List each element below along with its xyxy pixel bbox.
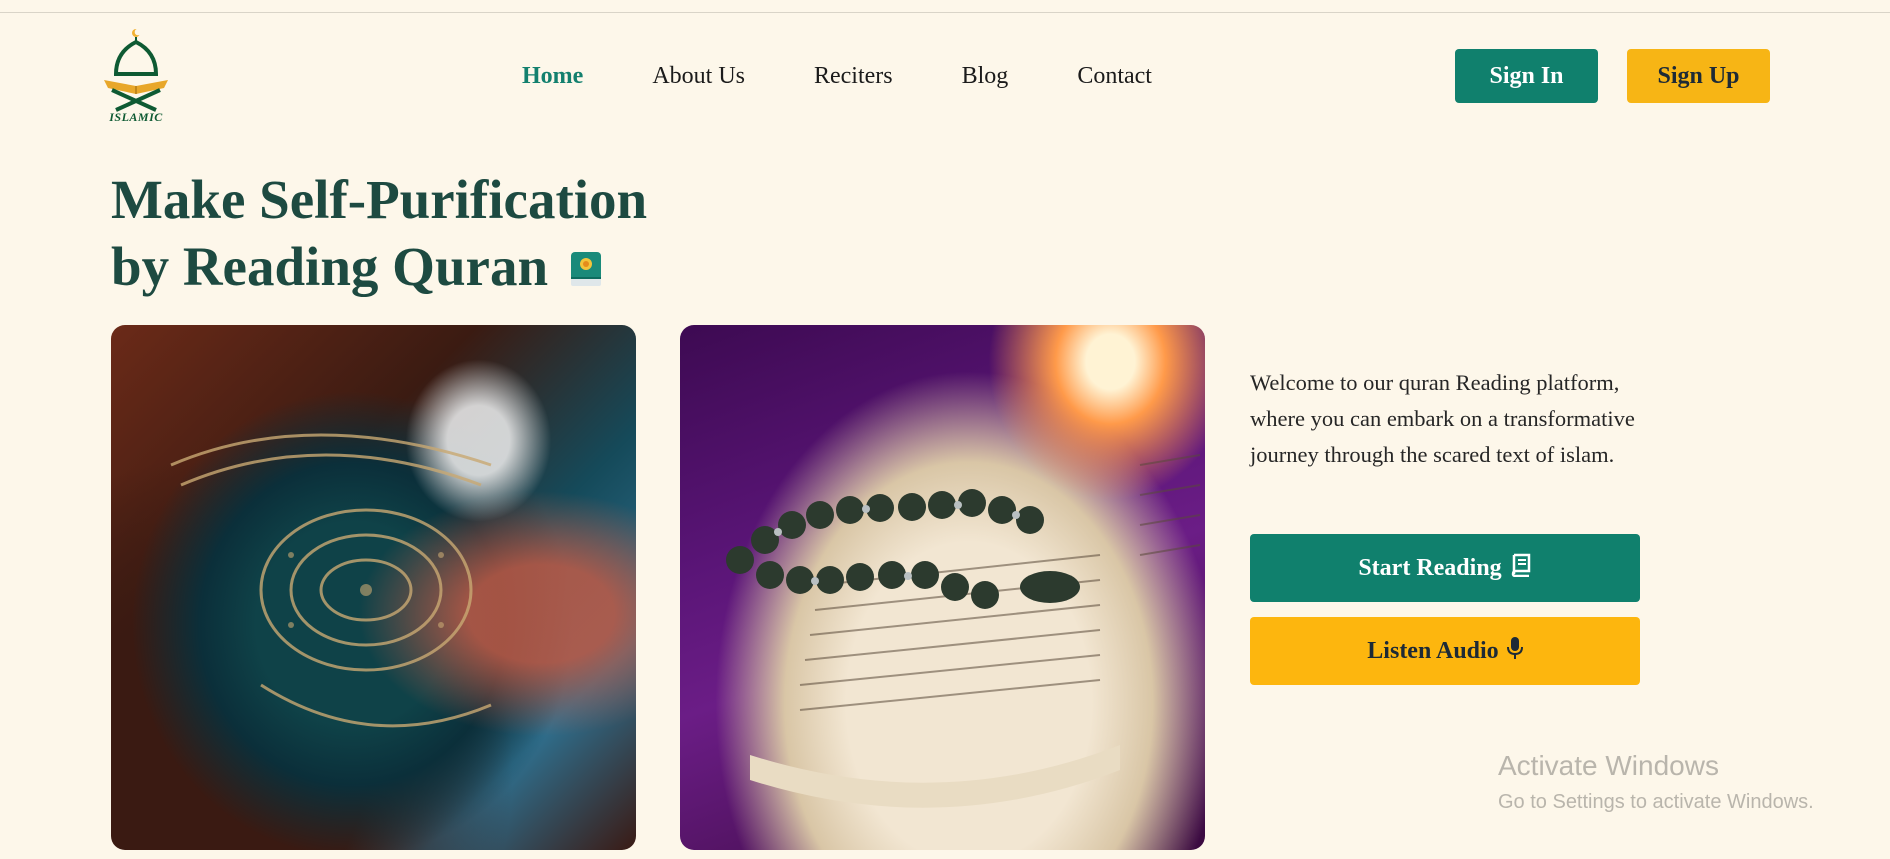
hero-title-line2: by Reading Quran xyxy=(111,236,549,297)
hero-title: Make Self-Purification by Reading Quran xyxy=(111,166,647,306)
activate-windows-title: Activate Windows xyxy=(1498,750,1719,781)
listen-audio-label: Listen Audio xyxy=(1367,637,1499,664)
open-quran-with-prayer-beads-photo xyxy=(680,325,1205,850)
nav-contact[interactable]: Contact xyxy=(1077,60,1152,92)
listen-audio-button[interactable]: Listen Audio xyxy=(1250,617,1640,685)
hero-title-line1: Make Self-Purification xyxy=(111,169,648,230)
intro-text: Welcome to our quran Reading platform, w… xyxy=(1250,370,1635,467)
top-border xyxy=(0,12,1890,13)
start-reading-label: Start Reading xyxy=(1358,554,1502,581)
nav-reciters[interactable]: Reciters xyxy=(814,60,893,92)
main-navigation: Home About Us Reciters Blog Contact xyxy=(522,60,1221,92)
quran-cover-photo xyxy=(111,325,636,850)
site-logo[interactable]: ISLAMIC xyxy=(98,26,174,126)
sign-in-button[interactable]: Sign In xyxy=(1455,49,1598,103)
nav-about-us[interactable]: About Us xyxy=(652,60,745,92)
logo-text: ISLAMIC xyxy=(109,110,163,124)
book-emoji-icon xyxy=(570,235,602,302)
sign-up-button[interactable]: Sign Up xyxy=(1627,49,1770,103)
book-icon xyxy=(1510,553,1532,584)
activate-windows-subtitle: Go to Settings to activate Windows. xyxy=(1498,791,1814,813)
nav-home[interactable]: Home xyxy=(522,60,583,92)
microphone-icon xyxy=(1506,636,1523,667)
start-reading-button[interactable]: Start Reading xyxy=(1250,534,1640,602)
nav-blog[interactable]: Blog xyxy=(962,60,1009,92)
mosque-book-logo-icon xyxy=(104,28,168,112)
